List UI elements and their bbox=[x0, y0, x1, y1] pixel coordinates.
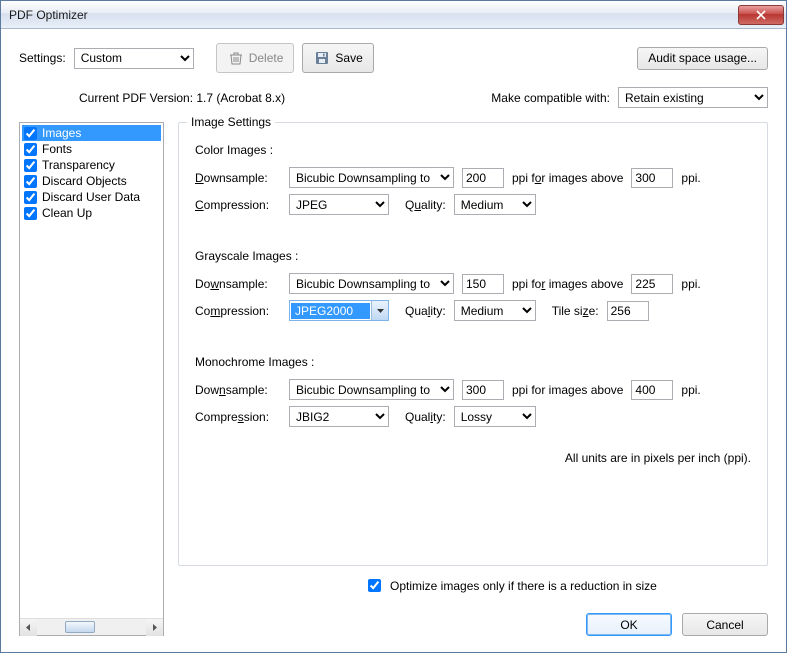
sidebar-checkbox[interactable] bbox=[24, 191, 37, 204]
gray-tile-input[interactable] bbox=[607, 301, 649, 321]
group-legend: Image Settings bbox=[187, 115, 275, 129]
delete-button[interactable]: Delete bbox=[216, 43, 295, 73]
mono-ppi-input[interactable] bbox=[462, 380, 504, 400]
gray-downsample-method[interactable]: Bicubic Downsampling to bbox=[289, 273, 454, 294]
sidebar-item-label: Images bbox=[42, 126, 81, 140]
color-quality-select[interactable]: Medium bbox=[454, 194, 536, 215]
gray-downsample-label: Downsample: bbox=[195, 277, 281, 291]
compat-label: Make compatible with: bbox=[491, 91, 610, 105]
color-downsample-label: Downsample: bbox=[195, 171, 281, 185]
floppy-icon bbox=[313, 49, 331, 67]
color-images-title: Color Images : bbox=[195, 143, 751, 157]
compat-select[interactable]: Retain existing bbox=[618, 87, 768, 108]
sidebar-checkbox[interactable] bbox=[24, 127, 37, 140]
scroll-thumb[interactable] bbox=[65, 621, 95, 633]
save-button[interactable]: Save bbox=[302, 43, 373, 73]
gray-above-input[interactable] bbox=[631, 274, 673, 294]
gray-ppi-input[interactable] bbox=[462, 274, 504, 294]
save-label: Save bbox=[335, 51, 362, 65]
gray-images-title: Grayscale Images : bbox=[195, 249, 751, 263]
color-downsample-method[interactable]: Bicubic Downsampling to bbox=[289, 167, 454, 188]
color-ppi-input[interactable] bbox=[462, 168, 504, 188]
image-settings-group: Image Settings Color Images : Downsample… bbox=[178, 122, 768, 566]
audit-button[interactable]: Audit space usage... bbox=[637, 47, 768, 70]
gray-quality-label: Quality: bbox=[405, 304, 446, 318]
scroll-track[interactable] bbox=[37, 619, 146, 635]
trash-icon bbox=[227, 49, 245, 67]
sidebar-item-transparency[interactable]: Transparency bbox=[22, 157, 161, 173]
sidebar-item-discard-user-data[interactable]: Discard User Data bbox=[22, 189, 161, 205]
pdf-optimizer-dialog: PDF Optimizer Settings: Custom Delete Sa… bbox=[0, 0, 787, 653]
horizontal-scrollbar[interactable] bbox=[20, 618, 163, 635]
gray-above-label: ppi for images above bbox=[512, 277, 623, 291]
sidebar-item-fonts[interactable]: Fonts bbox=[22, 141, 161, 157]
sidebar-checkbox[interactable] bbox=[24, 175, 37, 188]
color-quality-label: Quality: bbox=[405, 198, 446, 212]
sidebar-item-label: Discard User Data bbox=[42, 190, 140, 204]
close-button[interactable] bbox=[738, 5, 784, 25]
sidebar-checkbox[interactable] bbox=[24, 207, 37, 220]
optimize-checkbox[interactable] bbox=[368, 579, 381, 592]
mono-compression-select[interactable]: JBIG2 bbox=[289, 406, 389, 427]
gray-compression-label: Compression: bbox=[195, 304, 281, 318]
mono-images-title: Monochrome Images : bbox=[195, 355, 751, 369]
close-icon bbox=[756, 10, 766, 20]
gray-tile-label: Tile size: bbox=[552, 304, 599, 318]
mono-downsample-method[interactable]: Bicubic Downsampling to bbox=[289, 379, 454, 400]
settings-select[interactable]: Custom bbox=[74, 48, 194, 69]
scroll-left-arrow[interactable] bbox=[20, 619, 37, 636]
cancel-button[interactable]: Cancel bbox=[682, 613, 768, 636]
sidebar-item-label: Clean Up bbox=[42, 206, 92, 220]
scroll-right-arrow[interactable] bbox=[146, 619, 163, 636]
window-title: PDF Optimizer bbox=[9, 8, 738, 22]
sidebar-checkbox[interactable] bbox=[24, 143, 37, 156]
ok-button[interactable]: OK bbox=[586, 613, 672, 636]
mono-downsample-label: Downsample: bbox=[195, 383, 281, 397]
mono-above-input[interactable] bbox=[631, 380, 673, 400]
sidebar-item-images[interactable]: Images bbox=[22, 125, 161, 141]
units-note: All units are in pixels per inch (ppi). bbox=[195, 451, 751, 465]
color-compression-select[interactable]: JPEG bbox=[289, 194, 389, 215]
titlebar: PDF Optimizer bbox=[1, 1, 786, 29]
sidebar-item-label: Transparency bbox=[42, 158, 115, 172]
sidebar-checkbox[interactable] bbox=[24, 159, 37, 172]
mono-above-label: ppi for images above bbox=[512, 383, 623, 397]
settings-label: Settings: bbox=[19, 51, 66, 65]
optimize-label: Optimize images only if there is a reduc… bbox=[390, 579, 657, 593]
sidebar-item-discard-objects[interactable]: Discard Objects bbox=[22, 173, 161, 189]
pdf-version-label: Current PDF Version: 1.7 (Acrobat 8.x) bbox=[79, 91, 285, 105]
mono-quality-label: Quality: bbox=[405, 410, 446, 424]
delete-label: Delete bbox=[249, 51, 284, 65]
mono-compression-label: Compression: bbox=[195, 410, 281, 424]
sidebar-item-label: Discard Objects bbox=[42, 174, 127, 188]
sidebar-item-clean-up[interactable]: Clean Up bbox=[22, 205, 161, 221]
mono-quality-select[interactable]: Lossy bbox=[454, 406, 536, 427]
gray-quality-select[interactable]: Medium bbox=[454, 300, 536, 321]
color-above-input[interactable] bbox=[631, 168, 673, 188]
category-list: Images Fonts Transparency Discard Objects Di… bbox=[19, 122, 164, 636]
sidebar-item-label: Fonts bbox=[42, 142, 72, 156]
chevron-down-icon bbox=[371, 301, 388, 320]
color-compression-label: Compression: bbox=[195, 198, 281, 212]
gray-compression-select[interactable]: JPEG2000 bbox=[289, 300, 389, 321]
color-above-label: ppi for images above bbox=[512, 171, 623, 185]
